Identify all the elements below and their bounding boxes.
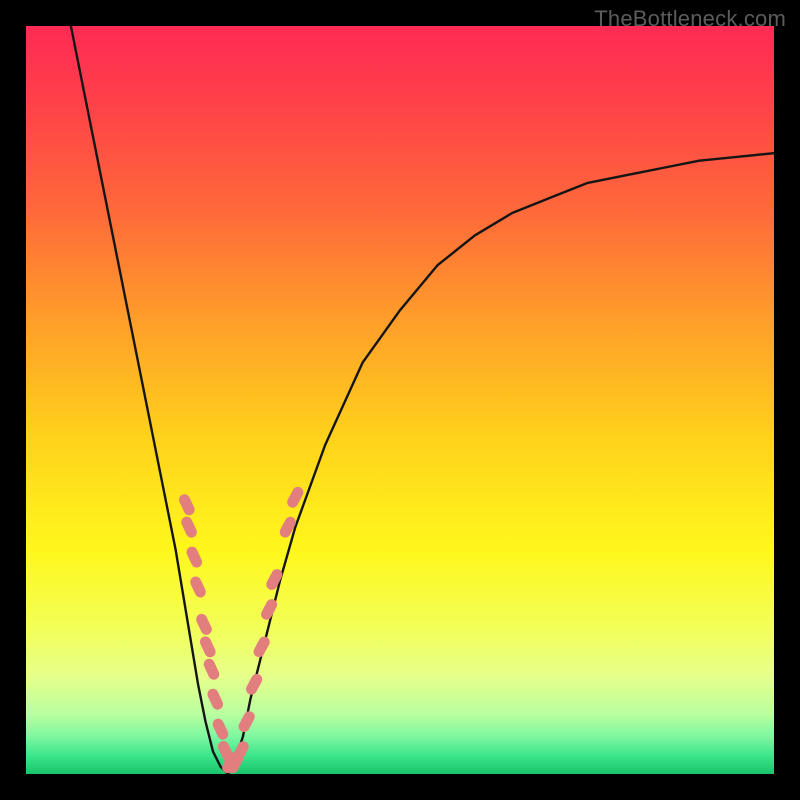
background-gradient xyxy=(26,26,774,774)
plot-area xyxy=(26,26,774,774)
chart-svg xyxy=(26,26,774,774)
watermark-text: TheBottleneck.com xyxy=(594,6,786,32)
chart-frame: TheBottleneck.com xyxy=(0,0,800,800)
